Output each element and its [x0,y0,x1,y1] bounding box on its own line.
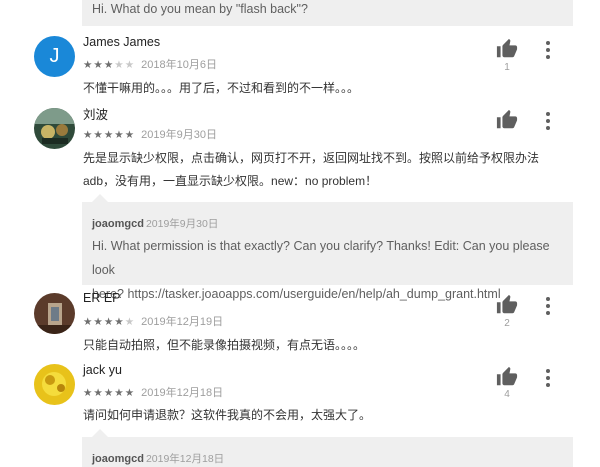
avatar: J [34,36,75,77]
thumbs-up-icon[interactable] [496,38,518,60]
star-icon: ★ [93,387,104,399]
likes-count: 2 [504,318,510,329]
review-text: 不懂干嘛用的。。。用了后，不过和看到的不一样。。。 [83,81,360,95]
review-text-line: adb，没有用，一直显示缺少权限。new：no problem！ [83,174,378,188]
review-text: 请问如何申请退款？这软件我真的不会用，太强大了。 [83,408,372,422]
star-icon: ★ [114,129,125,141]
reply-caret [92,194,108,202]
review-text: 只能自动拍照，但不能录像拍摄视频，有点无语。。。。 [83,338,366,352]
developer-reply: joaomgcd 2019年12月18日 [82,429,573,467]
likes-count: 4 [504,389,510,400]
reply-header: joaomgcd 2019年12月18日 [92,449,563,467]
star-icon: ★ [93,129,104,141]
reply-author: joaomgcd [92,453,144,465]
star-icon: ★ [103,129,115,141]
reply-date: 2019年12月18日 [145,453,225,465]
rating-stars: ★★★★★ 2019年12月18日 [83,384,223,400]
star-icon: ★ [114,316,125,328]
thumbs-up-icon[interactable] [496,366,518,388]
star-icon: ★ [103,59,115,71]
star-icon: ★ [103,387,115,399]
star-icon: ★ [124,129,136,141]
star-icon: ★ [124,316,136,328]
star-icon: ★ [83,129,94,141]
reply-text: Hi. What do you mean by "flash back"? [92,2,308,16]
rating-stars: ★★★★★ 2018年10月6日 [83,56,217,72]
star-icon: ★ [83,316,94,328]
thumbs-up-icon[interactable] [496,294,518,316]
review-author: 刘波 [83,108,109,122]
more-options-icon[interactable] [541,369,555,387]
reply-date: 2019年9月30日 [145,218,219,230]
avatar [34,293,75,334]
star-icon: ★ [124,387,136,399]
more-options-icon[interactable] [541,297,555,315]
more-options-icon[interactable] [541,41,555,59]
likes-count: 1 [504,62,510,73]
review-text-line: 先是显示缺少权限，点击确认，网页打不开，返回网址找不到。按照以前给予权限办法 [83,151,540,165]
star-icon: ★ [124,59,136,71]
avatar-letter: J [49,45,60,67]
developer-reply: joaomgcd 2019年9月30日 Hi. What permission i… [82,194,573,301]
review-author: ER EP [83,291,121,305]
review-date: 2018年10月6日 [141,59,217,71]
review-date: 2019年12月18日 [141,387,224,399]
star-icon: ★ [93,59,104,71]
avatar [34,364,75,405]
review-date: 2019年12月19日 [141,316,224,328]
more-options-icon[interactable] [541,112,555,130]
star-icon: ★ [83,387,94,399]
review-author: James James [83,35,161,49]
reply-text-line: here? https://tasker.joaoapps.com/usergu… [92,287,501,301]
thumbs-up-icon[interactable] [496,109,518,131]
rating-stars: ★★★★★ 2019年9月30日 [83,126,217,142]
reply-caret [92,429,108,437]
review-date: 2019年9月30日 [141,129,217,141]
star-icon: ★ [114,387,125,399]
star-icon: ★ [114,59,125,71]
avatar [34,108,75,149]
star-icon: ★ [93,316,104,328]
developer-reply: Hi. What do you mean by "flash back"? [82,0,573,26]
star-icon: ★ [83,59,94,71]
review-author: jack yu [83,363,122,377]
reply-text-line: Hi. What permission is that exactly? Can… [92,239,550,277]
reply-author: joaomgcd [92,218,144,230]
reply-header: joaomgcd 2019年9月30日 [92,214,563,232]
rating-stars: ★★★★★ 2019年12月19日 [83,313,223,329]
star-icon: ★ [103,316,115,328]
